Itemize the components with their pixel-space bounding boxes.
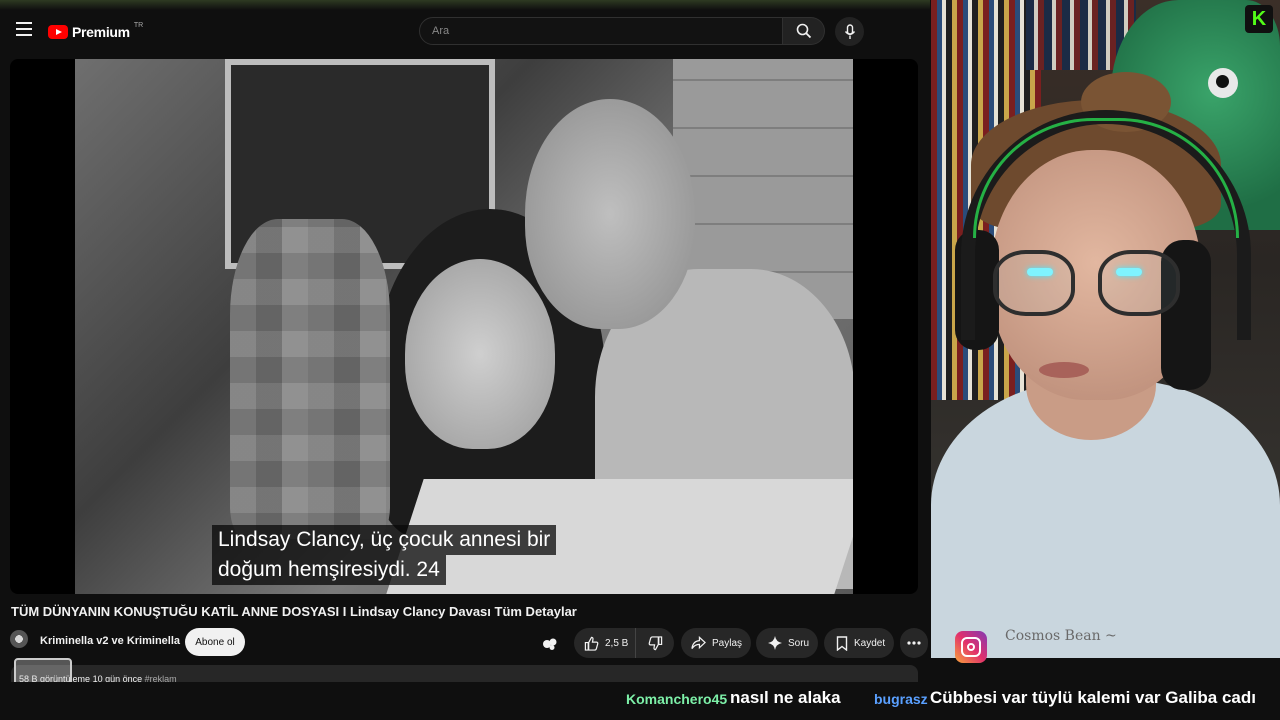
ask-label: Soru xyxy=(788,637,810,649)
channel-avatar[interactable] xyxy=(10,630,28,648)
chat-message: nasıl ne alaka xyxy=(730,688,841,707)
logo-region: TR xyxy=(133,21,144,29)
ask-button[interactable]: Soru xyxy=(756,628,818,658)
joined-members-icon[interactable] xyxy=(542,637,558,651)
like-button[interactable]: 2,5 B xyxy=(574,628,636,658)
chat-ticker: Komanchero45 nasıl ne alaka bugrasz Cübb… xyxy=(0,682,1280,720)
dislike-button[interactable] xyxy=(636,628,674,658)
video-subtitles: Lindsay Clancy, üç çocuk annesi bir doğu… xyxy=(212,525,557,585)
subscribe-button[interactable]: Abone ol xyxy=(185,628,245,656)
plush-eye xyxy=(1208,68,1238,98)
pixelated-child xyxy=(230,219,390,539)
more-actions-button[interactable] xyxy=(900,628,928,658)
microphone-icon xyxy=(844,23,855,39)
video-actions-row: Kriminella v2 ve Kriminella Abone ol 2,5… xyxy=(10,628,928,658)
thumbs-down-icon xyxy=(648,635,662,650)
channel-name[interactable]: Kriminella v2 ve Kriminella xyxy=(40,635,180,647)
chat-username: bugrasz xyxy=(874,691,928,707)
save-button[interactable]: Kaydet xyxy=(824,628,894,658)
glasses-reflection xyxy=(1116,268,1142,276)
shirt-print-text: Cosmos Bean ~ xyxy=(1005,628,1117,644)
video-player[interactable]: Lindsay Clancy, üç çocuk annesi bir doğu… xyxy=(10,59,918,594)
more-icon xyxy=(907,641,921,645)
webcam-feed xyxy=(931,0,1280,658)
instagram-icon xyxy=(955,631,987,663)
kick-logo-icon: K xyxy=(1245,5,1273,33)
like-dislike-group: 2,5 B xyxy=(574,628,674,658)
search-button[interactable] xyxy=(783,17,825,45)
share-label: Paylaş xyxy=(712,637,743,649)
glasses-lens-right xyxy=(1098,250,1180,316)
glasses xyxy=(993,250,1183,330)
glasses-reflection xyxy=(1027,268,1053,276)
video-title: TÜM DÜNYANIN KONUŞTUĞU KATİL ANNE DOSYAS… xyxy=(11,604,577,619)
video-man xyxy=(525,99,695,329)
youtube-logo[interactable]: Premium TR xyxy=(48,21,144,40)
youtube-topbar: Premium TR xyxy=(0,0,930,60)
search-bar xyxy=(419,17,825,45)
bookmark-icon xyxy=(836,635,848,651)
stream-screen: Premium TR Ara Lindsay Clancy, üç çocuk … xyxy=(0,0,1280,720)
subtitle-line: doğum hemşiresiydi. 24 xyxy=(212,555,446,585)
video-woman xyxy=(405,259,555,449)
logo-text: Premium xyxy=(72,24,130,40)
save-label: Kaydet xyxy=(854,637,886,649)
menu-icon[interactable] xyxy=(16,22,32,36)
sparkle-icon xyxy=(768,636,782,650)
video-frame xyxy=(75,59,853,594)
youtube-page: Premium TR Ara Lindsay Clancy, üç çocuk … xyxy=(0,0,930,688)
chat-message: Cübbesi var tüylü kalemi var Galiba cadı xyxy=(930,688,1256,707)
thumbs-up-icon xyxy=(584,636,599,651)
youtube-play-icon xyxy=(48,25,68,39)
like-count: 2,5 B xyxy=(605,637,629,649)
search-icon xyxy=(796,23,811,39)
subtitle-line: Lindsay Clancy, üç çocuk annesi bir xyxy=(212,525,557,555)
chat-username: Komanchero45 xyxy=(626,691,728,707)
search-input[interactable] xyxy=(419,17,783,45)
streamer-mouth xyxy=(1039,362,1089,378)
share-button[interactable]: Paylaş xyxy=(681,628,751,658)
voice-search-button[interactable] xyxy=(835,17,864,46)
share-icon xyxy=(691,636,706,650)
glasses-lens-left xyxy=(993,250,1075,316)
